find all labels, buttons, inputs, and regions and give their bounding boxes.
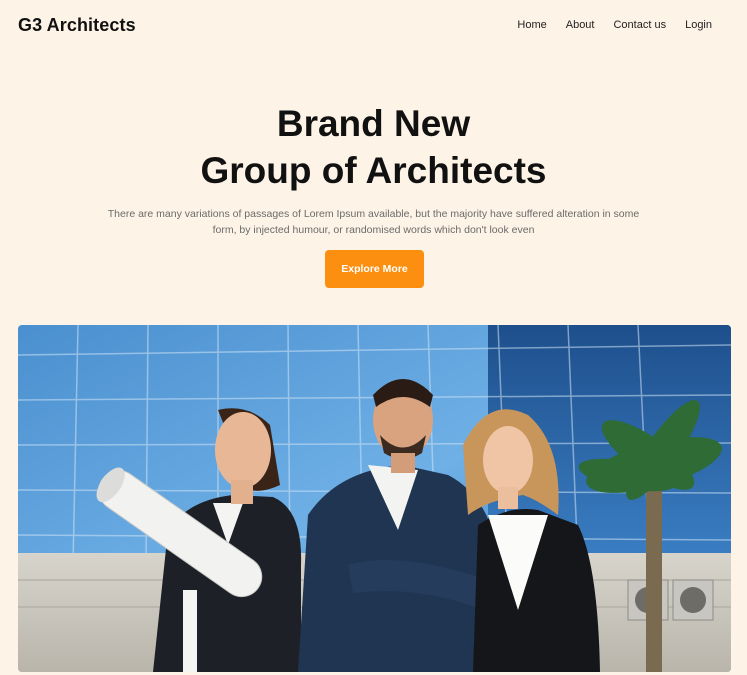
nav-link-home[interactable]: Home bbox=[517, 19, 546, 31]
team-photo-illustration bbox=[18, 325, 731, 672]
hero-title: Brand New Group of Architects bbox=[0, 100, 747, 194]
nav-link-contact[interactable]: Contact us bbox=[613, 19, 666, 31]
main-nav: Home About Contact us Login bbox=[517, 19, 712, 31]
brand-logo[interactable]: G3 Architects bbox=[18, 15, 136, 36]
hero-title-line-2: Group of Architects bbox=[200, 150, 547, 191]
hero-title-line-1: Brand New bbox=[276, 103, 471, 144]
nav-link-about[interactable]: About bbox=[566, 19, 595, 31]
navbar: G3 Architects Home About Contact us Logi… bbox=[0, 0, 747, 52]
explore-more-button[interactable]: Explore More bbox=[325, 250, 424, 288]
hero-description: There are many variations of passages of… bbox=[107, 208, 640, 236]
hero-image bbox=[18, 325, 731, 672]
nav-link-login[interactable]: Login bbox=[685, 19, 712, 31]
